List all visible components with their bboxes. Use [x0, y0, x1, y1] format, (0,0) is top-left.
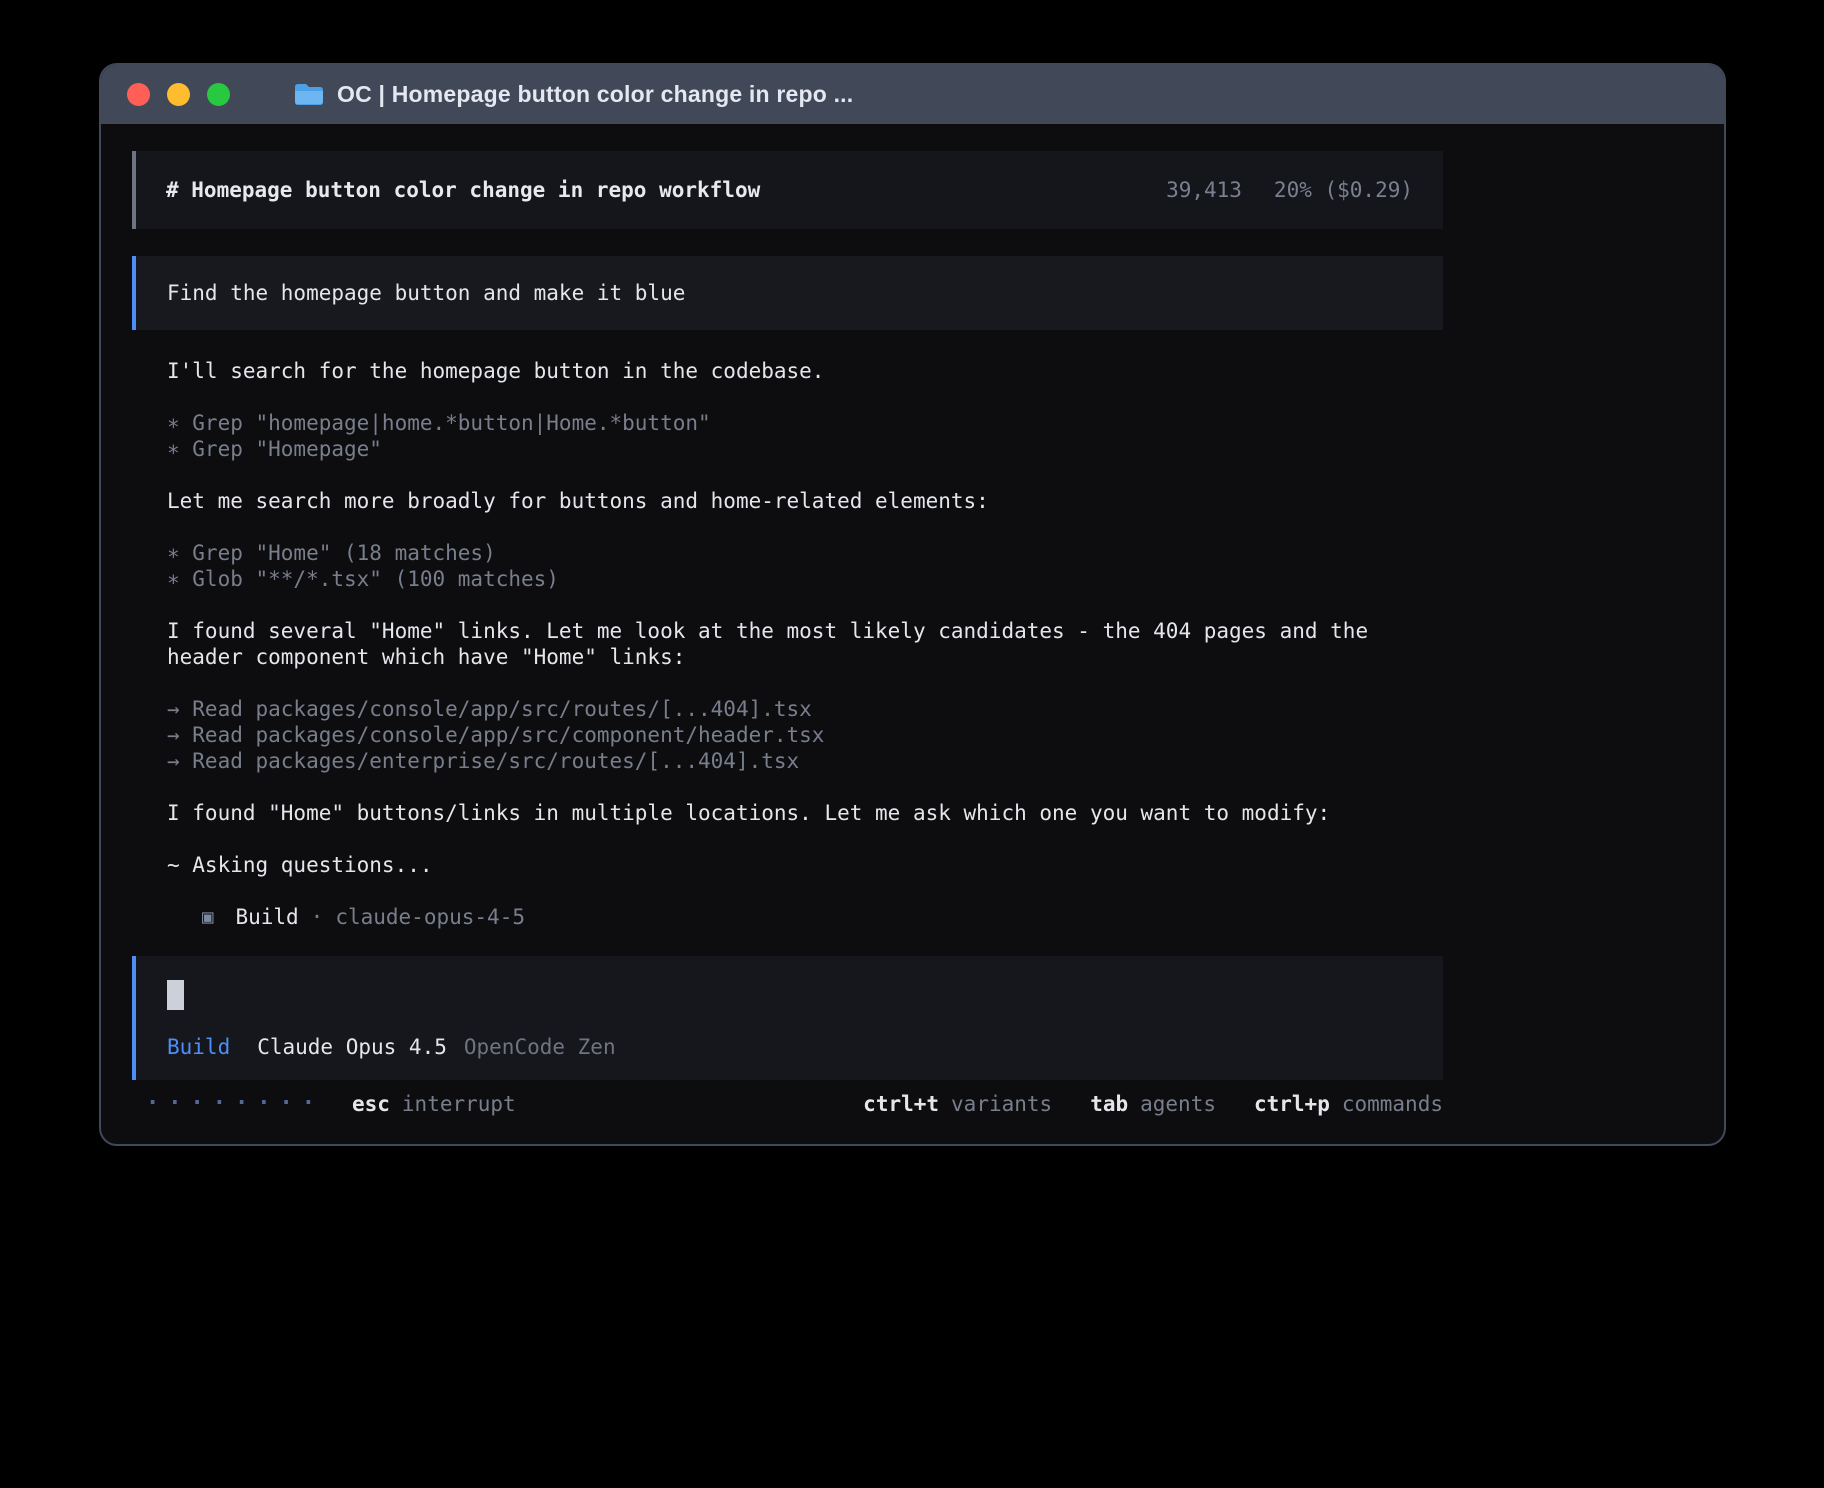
- spinner-icon: ········: [146, 1091, 324, 1117]
- user-message-text: Find the homepage button and make it blu…: [167, 280, 685, 306]
- tool-call-group: ∗ Grep "Home" (18 matches) ∗ Glob "**/*.…: [167, 540, 1408, 592]
- tool-call-read: → Read packages/console/app/src/componen…: [167, 722, 1408, 748]
- tool-call-glob: ∗ Glob "**/*.tsx" (100 matches): [167, 566, 1408, 592]
- shortcut-key: tab: [1090, 1091, 1128, 1117]
- shortcut-label: variants: [951, 1091, 1052, 1117]
- assistant-text: Let me search more broadly for buttons a…: [167, 488, 1408, 514]
- conversation: I'll search for the homepage button in t…: [132, 358, 1443, 930]
- traffic-lights: [127, 83, 247, 106]
- esc-key-hint: esc: [352, 1091, 390, 1117]
- tool-call-read: → Read packages/console/app/src/routes/[…: [167, 696, 1408, 722]
- agent-row: ▣ Build · claude-opus-4-5: [167, 904, 1408, 930]
- shortcut-agents: tab agents: [1090, 1091, 1216, 1117]
- terminal-content: # Homepage button color change in repo w…: [132, 151, 1443, 1120]
- assistant-text: I found several "Home" links. Let me loo…: [167, 618, 1408, 670]
- assistant-text: I'll search for the homepage button in t…: [167, 358, 1408, 384]
- session-meta: 39,413 20% ($0.29): [1166, 177, 1413, 203]
- tool-call-grep: ∗ Grep "Home" (18 matches): [167, 540, 1408, 566]
- tool-call-grep: ∗ Grep "homepage|home.*button|Home.*butt…: [167, 410, 1408, 436]
- tool-call-read: → Read packages/enterprise/src/routes/[.…: [167, 748, 1408, 774]
- agent-model: claude-opus-4-5: [335, 904, 525, 930]
- status-bar-left: ········ esc interrupt: [132, 1091, 516, 1117]
- user-message: Find the homepage button and make it blu…: [132, 256, 1443, 330]
- terminal-window: OC | Homepage button color change in rep…: [99, 63, 1726, 1146]
- shortcut-label: agents: [1140, 1091, 1216, 1117]
- token-count: 39,413: [1166, 177, 1242, 203]
- shortcut-key: ctrl+p: [1254, 1091, 1330, 1117]
- minimize-button[interactable]: [167, 83, 190, 106]
- shortcut-commands: ctrl+p commands: [1254, 1091, 1443, 1117]
- folder-icon: [293, 82, 324, 107]
- agent-name: Build: [235, 904, 298, 930]
- input-meta: Build Claude Opus 4.5 OpenCode Zen: [167, 1034, 1412, 1060]
- tool-call-group: → Read packages/console/app/src/routes/[…: [167, 696, 1408, 774]
- session-title: # Homepage button color change in repo w…: [166, 177, 760, 203]
- status-bar: ········ esc interrupt ctrl+t variants t…: [132, 1088, 1443, 1120]
- assistant-text: I found "Home" buttons/links in multiple…: [167, 800, 1408, 826]
- status-bar-right: ctrl+t variants tab agents ctrl+p comman…: [863, 1091, 1443, 1117]
- asking-questions-status: ~ Asking questions...: [167, 852, 1408, 878]
- session-header: # Homepage button color change in repo w…: [132, 151, 1443, 229]
- shortcut-variants: ctrl+t variants: [863, 1091, 1052, 1117]
- close-button[interactable]: [127, 83, 150, 106]
- window-title: OC | Homepage button color change in rep…: [337, 81, 853, 108]
- shortcut-label: commands: [1342, 1091, 1443, 1117]
- shortcut-key: ctrl+t: [863, 1091, 939, 1117]
- titlebar: OC | Homepage button color change in rep…: [101, 65, 1724, 124]
- tool-call-grep: ∗ Grep "Homepage": [167, 436, 1408, 462]
- agent-separator: ·: [311, 904, 324, 930]
- model-label: Claude Opus 4.5: [257, 1034, 447, 1060]
- tool-call-group: ∗ Grep "homepage|home.*button|Home.*butt…: [167, 410, 1408, 462]
- text-cursor: [167, 980, 184, 1010]
- esc-key-label: interrupt: [402, 1091, 516, 1117]
- provider-label: OpenCode Zen: [464, 1034, 616, 1060]
- zoom-button[interactable]: [207, 83, 230, 106]
- mode-label: Build: [167, 1034, 230, 1060]
- prompt-input[interactable]: Build Claude Opus 4.5 OpenCode Zen: [132, 956, 1443, 1080]
- agent-icon: ▣: [202, 904, 213, 930]
- context-usage: 20% ($0.29): [1274, 177, 1413, 203]
